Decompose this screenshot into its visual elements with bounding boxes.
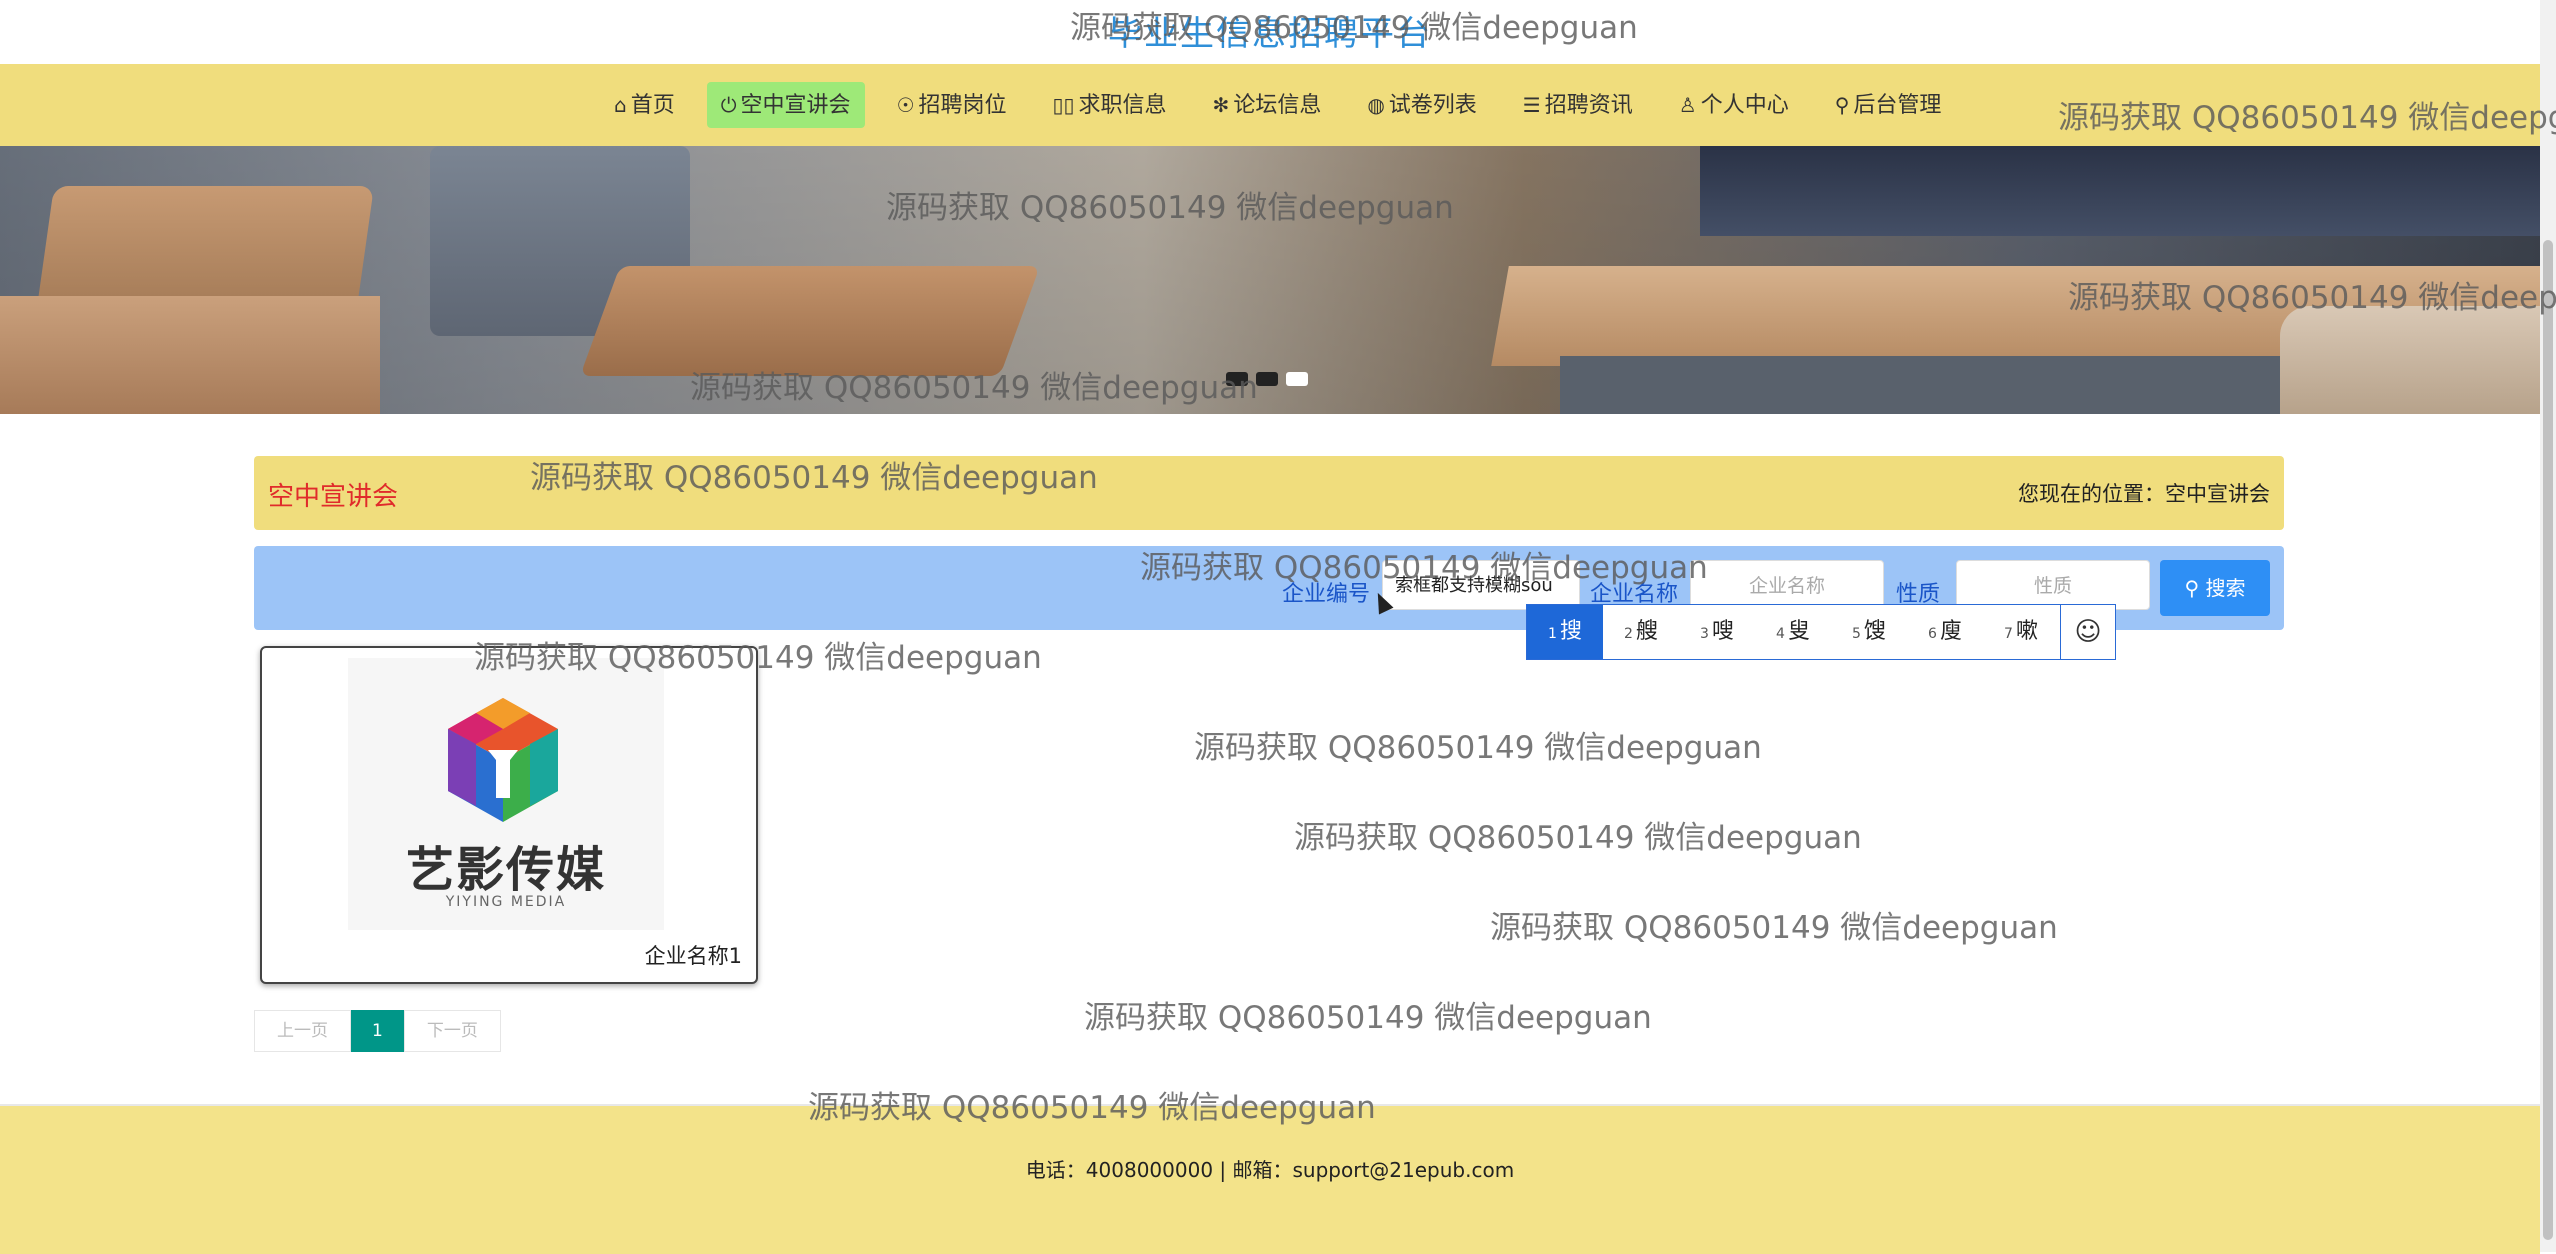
globe-icon: ◍ — [1367, 93, 1385, 117]
search-button-label: 搜索 — [2205, 576, 2246, 600]
target-icon: ☉ — [896, 93, 915, 117]
nav-item-label: 论坛信息 — [1233, 93, 1322, 118]
company-name: 企业名称1 — [644, 944, 742, 968]
banner-carousel — [0, 146, 2540, 414]
logo-text: 艺影传媒 — [405, 842, 606, 898]
page-title: 空中宣讲会 — [268, 482, 399, 512]
scrollbar[interactable] — [2540, 0, 2556, 1252]
carousel-dot-active[interactable] — [1286, 372, 1308, 386]
snowflake-icon: ✻ — [1212, 93, 1230, 117]
columns-icon: ▯▯ — [1052, 93, 1075, 117]
home-icon: ⌂ — [614, 93, 627, 117]
prev-page-button[interactable]: 上一页 — [254, 1010, 351, 1052]
nav-item-jobs[interactable]: ☉ 招聘岗位 — [883, 82, 1021, 128]
watermark: 源码获取 QQ86050149 微信deepguan — [1084, 1000, 1652, 1036]
nav-item-label: 空中宣讲会 — [740, 93, 851, 118]
power-icon: ⏻ — [720, 93, 737, 117]
company-id-input[interactable]: 索框都支持模糊sou — [1382, 560, 1580, 610]
scrollbar-thumb[interactable] — [2543, 240, 2553, 1240]
nav-item-label: 个人中心 — [1700, 93, 1789, 118]
ime-candidate[interactable]: 5馊 — [1831, 605, 1907, 659]
ime-candidate[interactable]: 3嗖 — [1679, 605, 1755, 659]
site-title: 毕业生信息招聘平台 — [1108, 14, 1432, 54]
banner-chair — [2280, 306, 2540, 414]
emoji-icon[interactable]: ☺ — [2060, 605, 2115, 659]
search-icon: ⚲ — [2184, 576, 2200, 600]
ime-candidate-bar: 1搜 2艘 3嗖 4叟 5馊 6廋 7嗽 ☺ — [1526, 604, 2116, 660]
nav-item-label: 首页 — [630, 93, 675, 118]
nav-items: ⌂ 首页 ⏻ 空中宣讲会 ☉ 招聘岗位 ▯▯ 求职信息 ✻ 论坛信息 ◍ 试卷列表 ☰ 招聘资… — [600, 82, 1955, 128]
footer: 电话：4008000000 | 邮箱：support@21epub.com — [0, 1104, 2540, 1254]
sliders-icon: ☰ — [1522, 93, 1541, 117]
nav-item-admin[interactable]: ⚲ 后台管理 — [1821, 82, 1956, 128]
ime-candidate[interactable]: 1搜 — [1527, 605, 1603, 659]
nav-item-label: 招聘岗位 — [918, 93, 1007, 118]
nature-input[interactable]: 性质 — [1956, 560, 2150, 610]
watermark: 源码获取 QQ86050149 微信deepguan — [1294, 820, 1862, 856]
nav-item-air-presentation[interactable]: ⏻ 空中宣讲会 — [706, 82, 865, 128]
ime-candidate[interactable]: 6廋 — [1907, 605, 1983, 659]
link-icon: ⚲ — [1834, 93, 1850, 117]
ime-candidate[interactable]: 2艘 — [1603, 605, 1679, 659]
carousel-dot[interactable] — [1226, 372, 1248, 386]
ime-candidate[interactable]: 7嗽 — [1983, 605, 2059, 659]
nav-item-home[interactable]: ⌂ 首页 — [600, 82, 689, 128]
user-icon: ♙ — [1678, 93, 1697, 117]
nav-item-news[interactable]: ☰ 招聘资讯 — [1509, 82, 1647, 128]
nav-item-label: 后台管理 — [1853, 93, 1942, 118]
nav-item-job-seeking[interactable]: ▯▯ 求职信息 — [1039, 82, 1181, 128]
nav-item-profile[interactable]: ♙ 个人中心 — [1665, 82, 1803, 128]
watermark: 源码获取 QQ86050149 微信deepguan — [1194, 730, 1762, 766]
logo-subtext: YIYING MEDIA — [445, 894, 567, 910]
footer-contact: 电话：4008000000 | 邮箱：support@21epub.com — [1025, 1158, 1515, 1182]
current-page[interactable]: 1 — [351, 1010, 404, 1052]
company-name-input[interactable]: 企业名称 — [1690, 560, 1884, 610]
banner-seat — [579, 266, 1041, 376]
nav-item-label: 试卷列表 — [1388, 93, 1477, 118]
nav-item-label: 求职信息 — [1078, 93, 1167, 118]
search-button[interactable]: ⚲ 搜索 — [2160, 560, 2270, 616]
carousel-dot[interactable] — [1256, 372, 1278, 386]
banner-window — [1700, 146, 2540, 236]
top-header: 毕业生信息招聘平台 — [0, 0, 2540, 64]
nav-item-forum[interactable]: ✻ 论坛信息 — [1199, 82, 1336, 128]
company-logo: 艺影传媒 YIYING MEDIA — [348, 658, 664, 930]
nav-item-exam-list[interactable]: ◍ 试卷列表 — [1353, 82, 1490, 128]
banner-desk — [0, 296, 380, 414]
company-id-label: 企业编号 — [1282, 582, 1371, 607]
breadcrumb: 您现在的位置：空中宣讲会 — [2018, 482, 2270, 506]
nav-item-label: 招聘资讯 — [1544, 93, 1633, 118]
carousel-indicators — [1226, 372, 1308, 386]
watermark: 源码获取 QQ86050149 微信deepguan — [1490, 910, 2058, 946]
logo-cube-icon — [448, 698, 558, 822]
breadcrumb-bar: 空中宣讲会 您现在的位置：空中宣讲会 — [254, 456, 2284, 530]
main-nav: ⌂ 首页 ⏻ 空中宣讲会 ☉ 招聘岗位 ▯▯ 求职信息 ✻ 论坛信息 ◍ 试卷列表 ☰ 招聘资… — [0, 64, 2540, 146]
next-page-button[interactable]: 下一页 — [403, 1010, 501, 1052]
pagination: 上一页 1 下一页 — [254, 1010, 501, 1052]
ime-candidate[interactable]: 4叟 — [1755, 605, 1831, 659]
company-card[interactable]: 艺影传媒 YIYING MEDIA 企业名称1 — [260, 646, 758, 984]
